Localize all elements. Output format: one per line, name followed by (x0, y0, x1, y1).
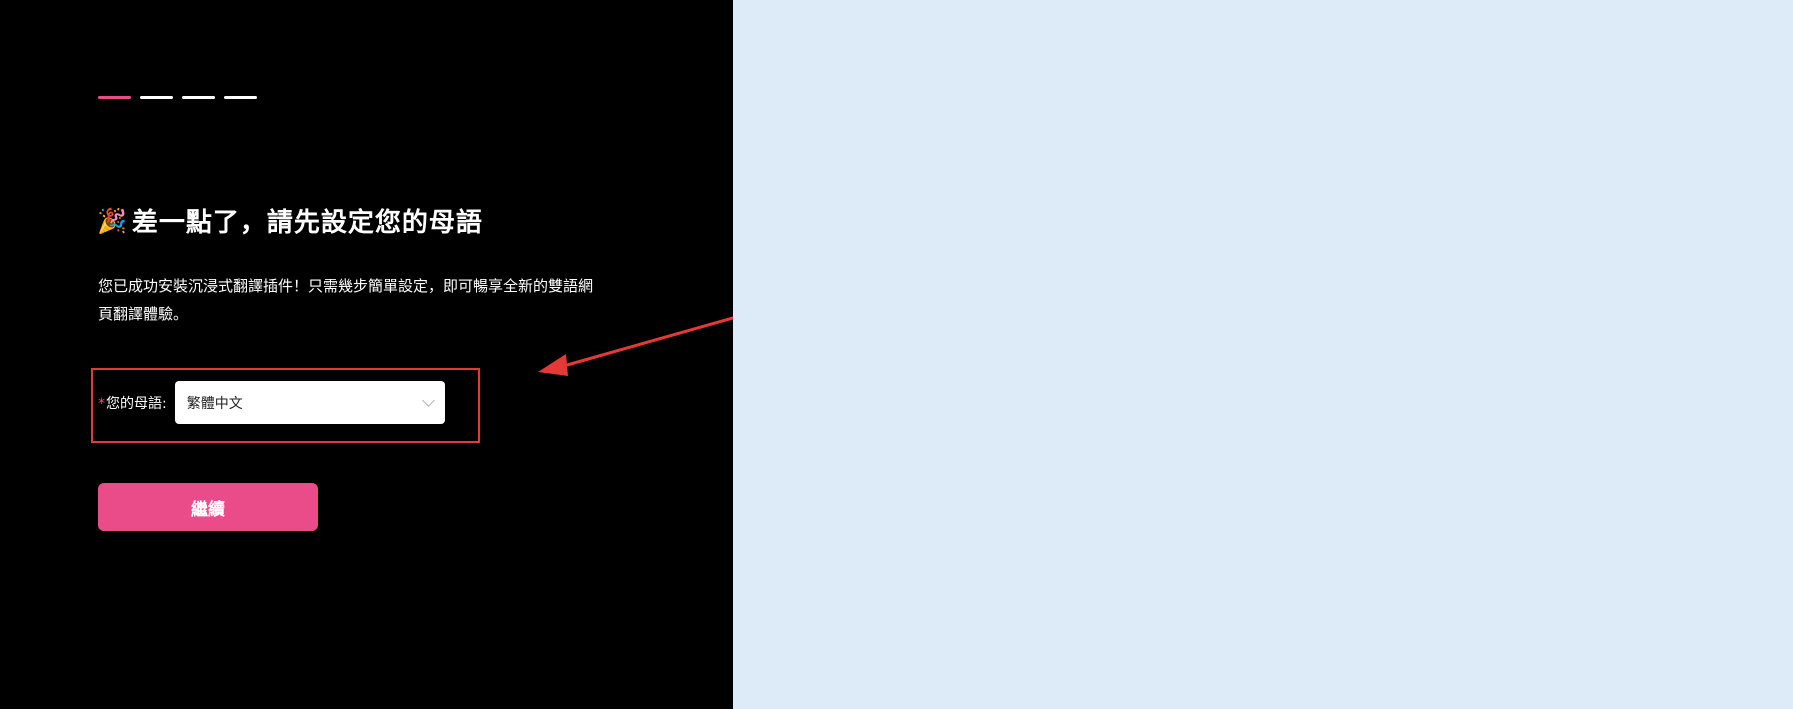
step-3 (182, 96, 215, 99)
page-description: 您已成功安裝沉浸式翻譯插件！只需幾步簡單設定，即可暢享全新的雙語網頁翻譯體驗。 (98, 277, 594, 323)
page-title: 🎉 差一點了，請先設定您的母語 (97, 202, 483, 239)
continue-button[interactable]: 繼續 (98, 483, 318, 531)
party-popper-icon: 🎉 (97, 206, 128, 235)
onboarding-page: 🎉 差一點了，請先設定您的母語 您已成功安裝沉浸式翻譯插件！只需幾步簡單設定，即… (0, 0, 1793, 709)
step-2 (140, 96, 173, 99)
step-4 (224, 96, 257, 99)
step-1 (98, 96, 131, 99)
right-panel (733, 0, 1793, 709)
step-indicator (98, 96, 257, 99)
annotation-highlight-box (91, 368, 480, 443)
page-title-text: 差一點了，請先設定您的母語 (131, 208, 483, 238)
